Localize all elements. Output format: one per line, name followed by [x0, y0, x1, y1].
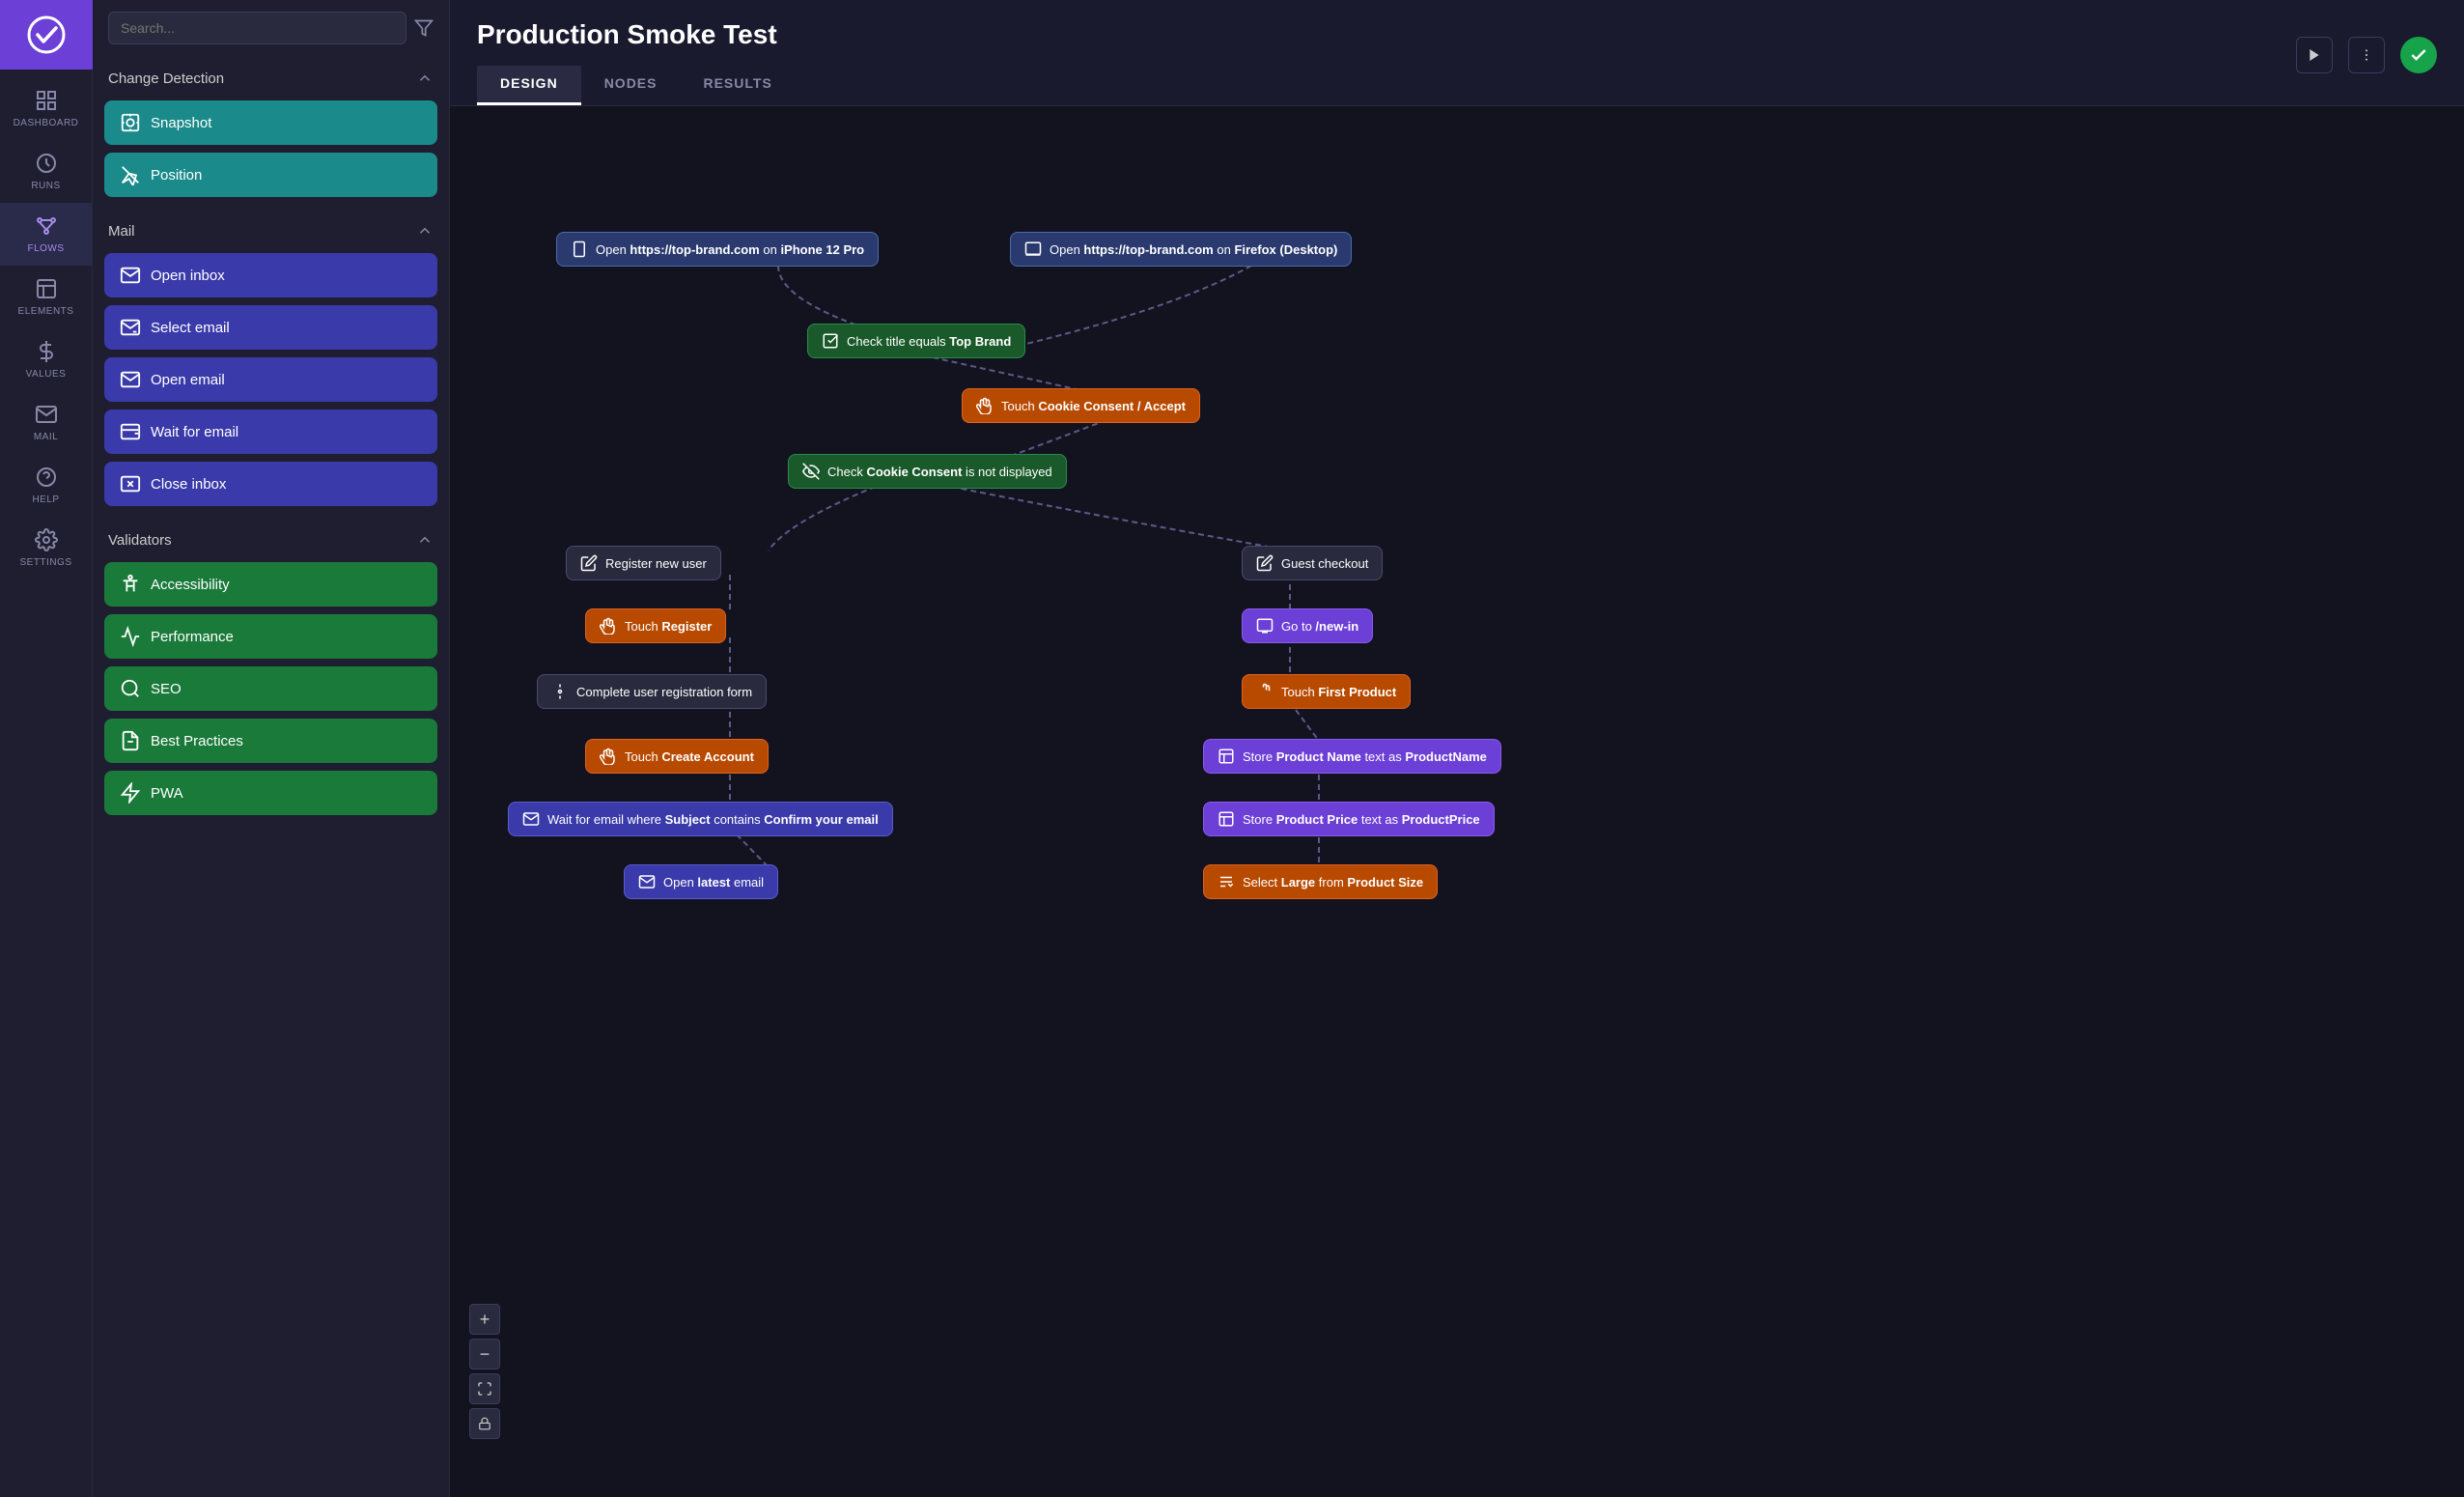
collapse-change-detection-icon[interactable] — [416, 70, 434, 87]
sidebar-item-elements[interactable]: ELEMENTS — [0, 266, 92, 328]
sidebar-item-help[interactable]: HELP — [0, 454, 92, 517]
flow-node-wait-for-email[interactable]: Wait for email where Subject contains Co… — [508, 802, 893, 836]
sidebar-item-settings[interactable]: SETTINGS — [0, 517, 92, 579]
section-mail: Mail — [93, 209, 449, 249]
flow-node-open-latest-email[interactable]: Open latest email — [624, 864, 778, 899]
sidebar-item-runs[interactable]: RUNS — [0, 140, 92, 203]
sidebar-node-best-practices[interactable]: Best Practices — [104, 719, 437, 763]
collapse-validators-icon[interactable] — [416, 531, 434, 549]
sidebar-item-dashboard[interactable]: DASHBOARD — [0, 77, 92, 140]
main-content: Production Smoke Test DESIGN NODES RESUL… — [450, 0, 2464, 1497]
left-navigation: DASHBOARD RUNS FLOWS ELEMENTS VALUES MAI… — [0, 0, 93, 1497]
zoom-out-button[interactable]: − — [469, 1339, 500, 1370]
sidebar-item-values[interactable]: VALUES — [0, 328, 92, 391]
page-title: Production Smoke Test — [477, 19, 2296, 66]
tab-design[interactable]: DESIGN — [477, 66, 581, 105]
lock-button[interactable] — [469, 1408, 500, 1439]
search-input[interactable] — [108, 12, 406, 44]
sidebar-node-close-inbox[interactable]: Close inbox — [104, 462, 437, 506]
sidebar-node-snapshot[interactable]: Snapshot — [104, 100, 437, 145]
flow-node-select-large[interactable]: Select Large from Product Size — [1203, 864, 1438, 899]
sidebar-node-pwa[interactable]: PWA — [104, 771, 437, 815]
tab-nodes[interactable]: NODES — [581, 66, 681, 105]
flow-node-check-title[interactable]: Check title equals Top Brand — [807, 324, 1025, 358]
zoom-in-button[interactable]: + — [469, 1304, 500, 1335]
sidebar-node-open-inbox[interactable]: Open inbox — [104, 253, 437, 297]
flow-node-touch-cookie-consent[interactable]: Touch Cookie Consent / Accept — [962, 388, 1200, 423]
main-header: Production Smoke Test DESIGN NODES RESUL… — [450, 0, 2464, 106]
change-detection-items: Snapshot Position — [93, 97, 449, 209]
section-change-detection: Change Detection — [93, 56, 449, 97]
sidebar-node-wait-for-email[interactable]: Wait for email — [104, 410, 437, 454]
section-validators: Validators — [93, 518, 449, 558]
flow-node-store-product-price[interactable]: Store Product Price text as ProductPrice — [1203, 802, 1495, 836]
sidebar-node-performance[interactable]: Performance — [104, 614, 437, 659]
sidebar-item-flows[interactable]: FLOWS — [0, 203, 92, 266]
flow-node-open-firefox[interactable]: Open https://top-brand.com on Firefox (D… — [1010, 232, 1352, 267]
app-logo[interactable] — [0, 0, 93, 70]
filter-icon[interactable] — [414, 18, 434, 38]
flow-node-touch-register[interactable]: Touch Register — [585, 608, 726, 643]
header-actions — [2296, 37, 2437, 89]
sidebar-item-mail[interactable]: MAIL — [0, 391, 92, 454]
sidebar-node-open-email[interactable]: Open email — [104, 357, 437, 402]
flow-node-store-product-name[interactable]: Store Product Name text as ProductName — [1203, 739, 1501, 774]
flow-node-check-cookie-hidden[interactable]: Check Cookie Consent is not displayed — [788, 454, 1067, 489]
flow-node-touch-create-account[interactable]: Touch Create Account — [585, 739, 769, 774]
tabs-area: DESIGN NODES RESULTS — [477, 66, 2296, 105]
sidebar-node-position[interactable]: Position — [104, 153, 437, 197]
sidebar-node-accessibility[interactable]: Accessibility — [104, 562, 437, 607]
flow-node-guest-checkout[interactable]: Guest checkout — [1242, 546, 1383, 580]
canvas-inner: Open https://top-brand.com on iPhone 12 … — [450, 106, 2464, 1497]
flow-node-touch-first-product[interactable]: Touch First Product — [1242, 674, 1411, 709]
sidebar-panel: Change Detection Snapshot Position Mail … — [93, 0, 450, 1497]
validators-items: Accessibility Performance SEO Best Pract… — [93, 558, 449, 827]
collapse-mail-icon[interactable] — [416, 222, 434, 240]
more-options-button[interactable] — [2348, 37, 2385, 73]
sidebar-node-select-email[interactable]: Select email — [104, 305, 437, 350]
mail-items: Open inbox Select email Open email Wait … — [93, 249, 449, 518]
flow-node-register-new-user[interactable]: Register new user — [566, 546, 721, 580]
tab-results[interactable]: RESULTS — [680, 66, 795, 105]
flow-canvas[interactable]: Open https://top-brand.com on iPhone 12 … — [450, 106, 2464, 1497]
flow-node-open-iphone[interactable]: Open https://top-brand.com on iPhone 12 … — [556, 232, 879, 267]
sidebar-node-seo[interactable]: SEO — [104, 666, 437, 711]
flow-node-complete-registration[interactable]: Complete user registration form — [537, 674, 767, 709]
run-button[interactable] — [2296, 37, 2333, 73]
sidebar-search-area — [93, 0, 449, 56]
canvas-controls: + − — [469, 1304, 500, 1439]
flow-node-goto-new-in[interactable]: Go to /new-in — [1242, 608, 1373, 643]
fit-screen-button[interactable] — [469, 1373, 500, 1404]
status-indicator — [2400, 37, 2437, 73]
